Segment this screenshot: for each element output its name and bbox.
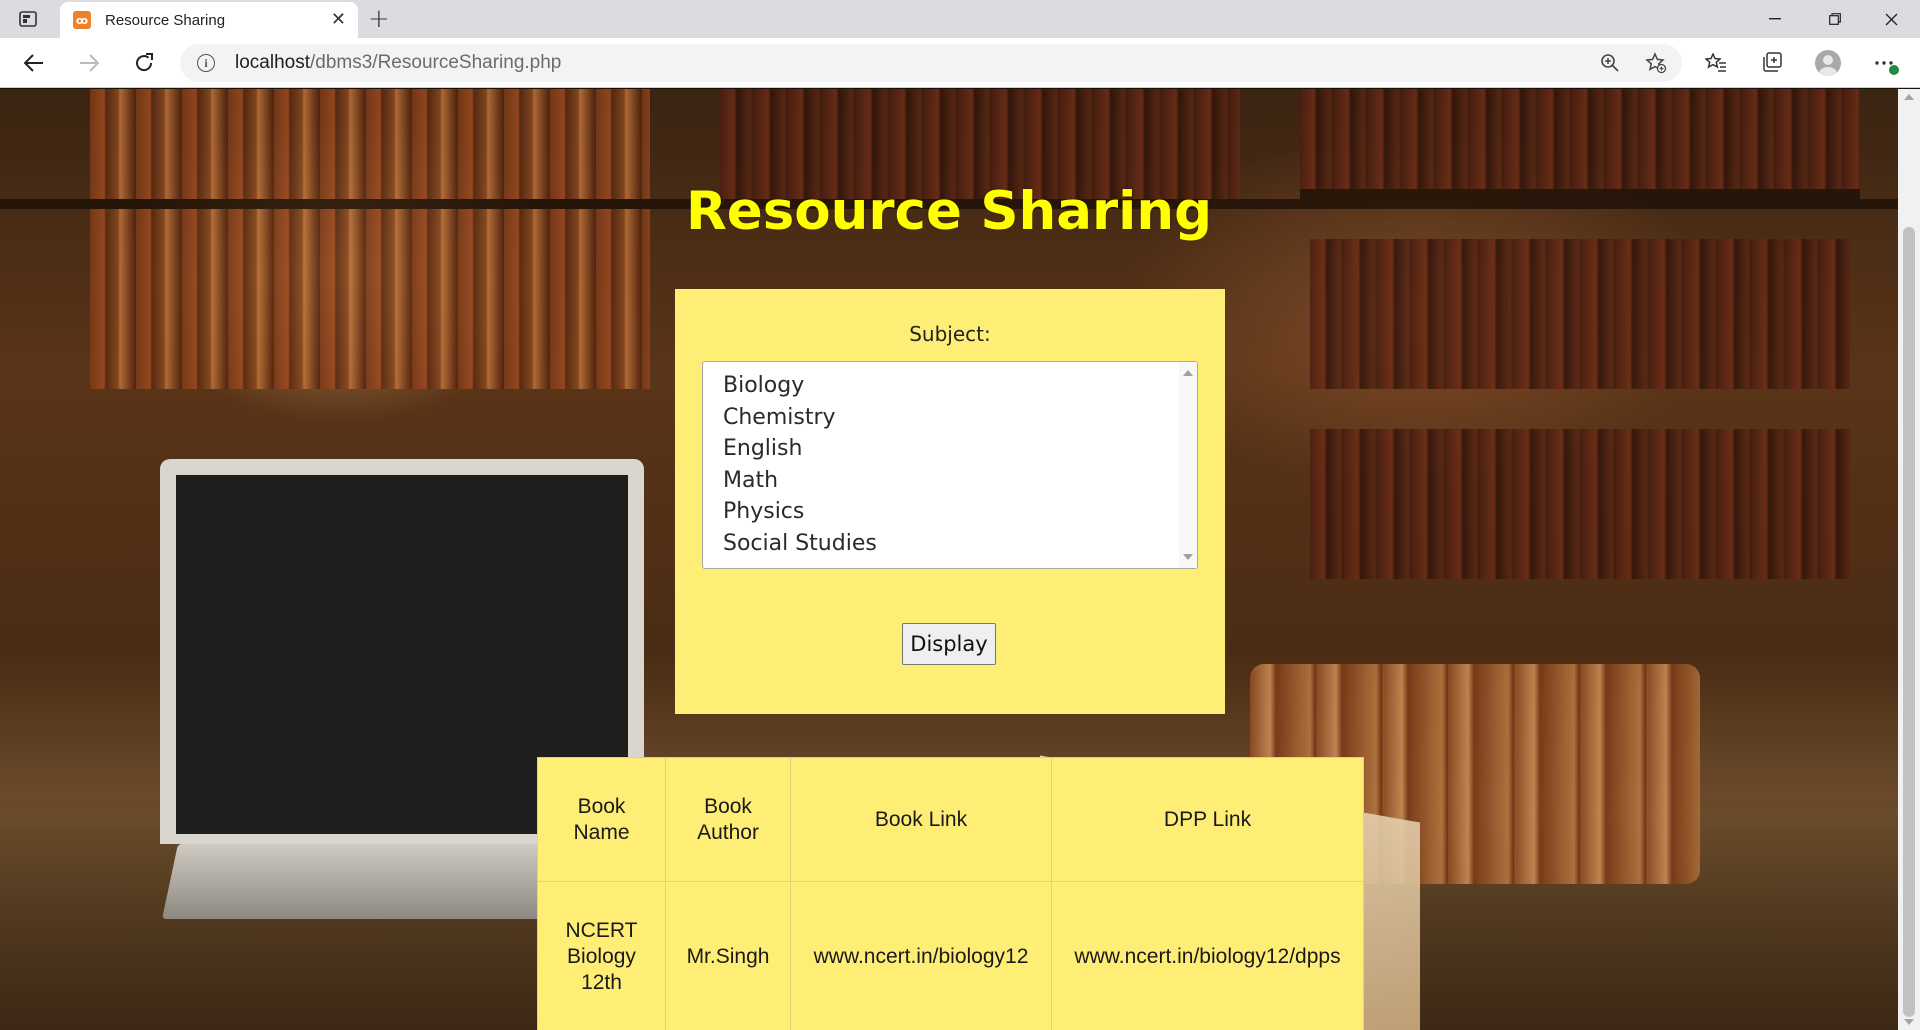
- page-scrollbar[interactable]: [1898, 89, 1920, 1030]
- url-text[interactable]: localhost/dbms3/ResourceSharing.php: [235, 52, 561, 74]
- header-book-name: Book Name: [537, 757, 666, 882]
- zoom-icon[interactable]: [1598, 52, 1622, 74]
- header-dpp-link: DPP Link: [1051, 757, 1364, 882]
- tab-actions-icon[interactable]: [16, 8, 40, 30]
- page-title: Resource Sharing: [685, 181, 1213, 242]
- subject-option[interactable]: Chemistry: [703, 402, 1173, 434]
- close-window-icon[interactable]: [1868, 4, 1914, 34]
- update-badge-icon: [1888, 64, 1900, 76]
- header-book-author: Book Author: [665, 757, 791, 882]
- favorites-add-icon[interactable]: [1644, 52, 1668, 74]
- subject-form: Subject: Biology Chemistry English Math Phys…: [675, 289, 1225, 714]
- forward-icon[interactable]: [73, 48, 105, 78]
- listbox-scrollbar[interactable]: [1179, 362, 1197, 568]
- cell-book-name: NCERT Biology 12th: [537, 881, 666, 1030]
- subject-option[interactable]: Biology: [703, 370, 1173, 402]
- url-host: localhost: [235, 52, 310, 73]
- cell-book-author: Mr.Singh: [665, 881, 791, 1030]
- subject-option[interactable]: Physics: [703, 496, 1173, 528]
- minimize-icon[interactable]: [1752, 4, 1798, 34]
- subject-listbox[interactable]: Biology Chemistry English Math Physics Social…: [702, 361, 1198, 569]
- display-button[interactable]: Display: [902, 623, 996, 665]
- subject-label: Subject:: [909, 322, 991, 346]
- table-header-row: Book Name Book Author Book Link DPP Link: [537, 757, 1364, 882]
- page-viewport: Resource Sharing Subject: Biology Chemist…: [0, 89, 1898, 1030]
- url-path: /dbms3/ResourceSharing.php: [310, 52, 562, 73]
- browser-tab[interactable]: ꝏ Resource Sharing ✕: [60, 2, 358, 38]
- tab-strip: ꝏ Resource Sharing ✕ +: [0, 0, 1920, 38]
- profile-icon[interactable]: [1814, 50, 1842, 76]
- restore-icon[interactable]: [1812, 4, 1858, 34]
- table-row: NCERT Biology 12th Mr.Singh www.ncert.in…: [537, 881, 1364, 1030]
- scroll-up-icon[interactable]: [1904, 94, 1914, 100]
- address-toolbar: i localhost/dbms3/ResourceSharing.php: [0, 38, 1920, 88]
- address-bar[interactable]: i localhost/dbms3/ResourceSharing.php: [180, 44, 1682, 82]
- results-table: Book Name Book Author Book Link DPP Link…: [537, 757, 1364, 1030]
- collections-icon[interactable]: [1758, 50, 1786, 76]
- subject-option[interactable]: English: [703, 433, 1173, 465]
- reload-icon[interactable]: [128, 48, 160, 78]
- scroll-down-arrow-icon[interactable]: [1183, 554, 1193, 560]
- cell-book-link[interactable]: www.ncert.in/biology12: [790, 881, 1052, 1030]
- more-icon[interactable]: [1870, 50, 1900, 76]
- favorites-icon[interactable]: [1702, 50, 1730, 76]
- xampp-favicon-icon: ꝏ: [73, 11, 91, 29]
- scroll-up-arrow-icon[interactable]: [1183, 370, 1193, 376]
- plus-icon[interactable]: +: [368, 4, 390, 34]
- subject-option[interactable]: Social Studies: [703, 528, 1173, 560]
- scrollbar-thumb[interactable]: [1903, 227, 1915, 1017]
- subject-option[interactable]: Math: [703, 465, 1173, 497]
- cell-dpp-link[interactable]: www.ncert.in/biology12/dpps: [1051, 881, 1364, 1030]
- back-icon[interactable]: [18, 48, 50, 78]
- scroll-down-icon[interactable]: [1904, 1019, 1914, 1025]
- header-book-link: Book Link: [790, 757, 1052, 882]
- info-icon[interactable]: i: [197, 54, 215, 72]
- close-icon[interactable]: ✕: [331, 9, 346, 30]
- tab-title: Resource Sharing: [105, 11, 226, 29]
